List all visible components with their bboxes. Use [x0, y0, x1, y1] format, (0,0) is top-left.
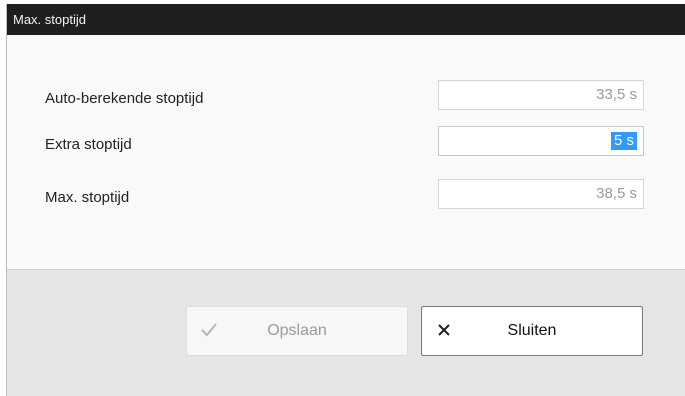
- max-stoptime-label: Max. stoptijd: [45, 189, 130, 206]
- close-button-label: Sluiten: [507, 322, 557, 339]
- save-button[interactable]: Opslaan: [186, 306, 408, 356]
- extra-stoptime-input[interactable]: 5 s: [438, 126, 644, 156]
- auto-calculated-stoptime-field: 33,5 s: [438, 80, 644, 110]
- dialog-title: Max. stoptijd: [13, 12, 86, 27]
- extra-stoptime-label: Extra stoptijd: [45, 136, 132, 153]
- max-stoptime-field: 38,5 s: [438, 179, 644, 209]
- max-stoptime-dialog: Max. stoptijd Auto-berekende stoptijd 33…: [6, 4, 685, 396]
- dialog-body: Auto-berekende stoptijd 33,5 s Extra sto…: [7, 35, 685, 270]
- auto-calculated-stoptime-label: Auto-berekende stoptijd: [45, 90, 204, 107]
- close-button[interactable]: Sluiten: [421, 306, 643, 356]
- save-button-label: Opslaan: [267, 322, 327, 339]
- extra-stoptime-selected-value: 5 s: [610, 132, 637, 150]
- dialog-titlebar: Max. stoptijd: [7, 4, 685, 35]
